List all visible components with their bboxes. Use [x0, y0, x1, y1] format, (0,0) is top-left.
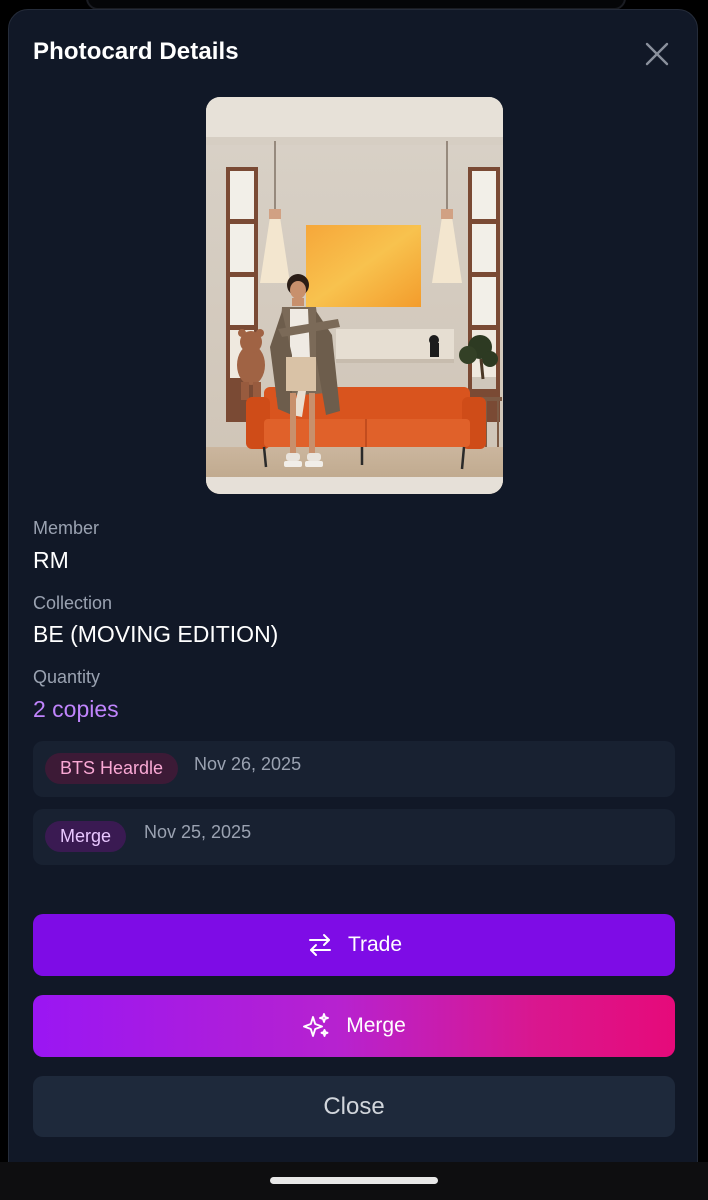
acquired-date: Nov 25, 2025 [144, 822, 252, 842]
source-badge: BTS Heardle [45, 753, 179, 784]
modal-title: Photocard Details [33, 38, 239, 65]
quantity-label: Quantity [33, 667, 101, 687]
photocard-image [206, 97, 503, 494]
member-label: Member [33, 518, 100, 538]
sparkles-icon [302, 1011, 332, 1041]
close-label: Close [323, 1092, 385, 1120]
history-row: BTS Heardle Nov 26, 2025 [33, 741, 675, 797]
acquired-date: Nov 26, 2025 [194, 754, 302, 774]
trade-label: Trade [347, 933, 403, 956]
screen: Photocard Details Member RM Collection B… [0, 0, 708, 1200]
source-badge: Merge [45, 821, 127, 852]
history-row: Merge Nov 25, 2025 [33, 809, 675, 865]
trade-button[interactable]: Trade [33, 914, 675, 976]
collection-value: BE (MOVING EDITION) [33, 621, 279, 647]
system-navigation-bar [0, 1162, 708, 1200]
quantity-value: 2 copies [33, 696, 119, 722]
merge-label: Merge [346, 1014, 406, 1037]
close-icon[interactable] [641, 38, 673, 70]
member-value: RM [33, 547, 69, 573]
photocard-details-modal: Photocard Details Member RM Collection B… [8, 9, 698, 1169]
merge-button[interactable]: Merge [33, 995, 675, 1057]
swap-arrows-icon [306, 931, 334, 959]
home-indicator[interactable] [270, 1177, 438, 1184]
close-button[interactable]: Close [33, 1076, 675, 1137]
collection-label: Collection [33, 593, 113, 613]
